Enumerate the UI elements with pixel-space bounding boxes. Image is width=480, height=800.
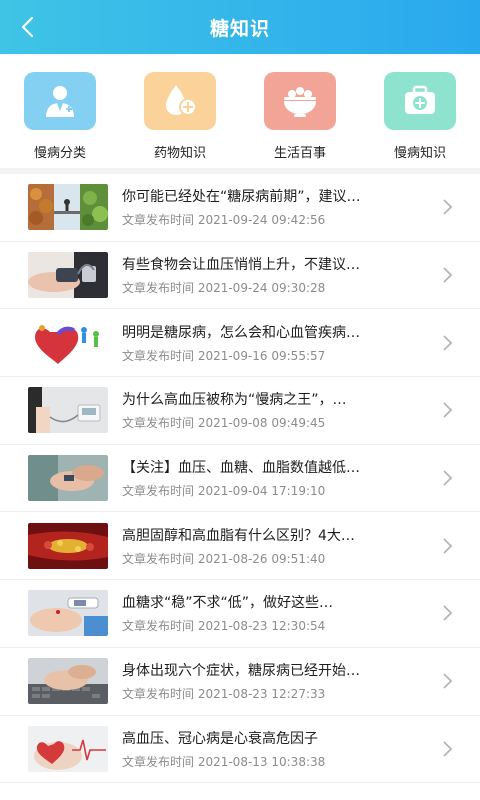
article-time: 文章发布时间 2021-08-23 12:30:54: [122, 619, 326, 634]
category-label: 慢病分类: [33, 146, 86, 161]
article-row[interactable]: 为什么高血压被称为“慢病之王”，… 文章发布时间 2021-09-08 09:4…: [0, 377, 480, 445]
article-title: 有些食物会让血压悄悄上升，不建议…: [122, 257, 360, 274]
article-row[interactable]: 你可能已经处在“糖尿病前期”，建议… 文章发布时间 2021-09-24 09:…: [0, 174, 480, 242]
chevron-right-icon: [443, 199, 453, 215]
food-bowl-icon: [264, 72, 336, 130]
article-row[interactable]: 高胆固醇和高血脂有什么区别？4大… 文章发布时间 2021-08-26 09:5…: [0, 512, 480, 581]
article-time: 文章发布时间 2021-08-23 12:27:33: [122, 687, 326, 702]
article-row[interactable]: 血糖求“稳”不求“低”，做好这些… 文章发布时间 2021-08-23 12:3…: [0, 580, 480, 648]
article-time: 文章发布时间 2021-08-26 09:51:40: [122, 551, 326, 566]
article-title: 为什么高血压被称为“慢病之王”，…: [122, 392, 347, 409]
category-daily-life[interactable]: 生活百事: [245, 72, 355, 168]
article-title: 你可能已经处在“糖尿病前期”，建议…: [122, 189, 361, 206]
category-bar: 慢病分类 药物知识 生活百事 慢病知识: [0, 54, 480, 174]
article-row[interactable]: 高血压、冠心病是心衰高危因子 文章发布时间 2021-08-13 10:38:3…: [0, 716, 480, 784]
article-title: 身体出现六个症状，糖尿病已经开始…: [122, 663, 360, 680]
article-time: 文章发布时间 2021-09-08 09:49:45: [122, 416, 326, 431]
article-time: 文章发布时间 2021-09-04 17:19:10: [122, 484, 326, 499]
medical-kit-icon: [384, 72, 456, 130]
article-thumbnail: [28, 319, 108, 366]
chevron-right-icon: [443, 538, 453, 554]
chevron-right-icon: [443, 741, 453, 757]
article-thumbnail: [28, 387, 108, 434]
article-thumbnail: [28, 658, 108, 705]
back-chevron-icon: [21, 16, 34, 38]
article-title: 【关注】血压、血糖、血脂数值越低…: [122, 460, 360, 477]
article-thumbnail: [28, 522, 108, 569]
category-chronic-knowledge[interactable]: 慢病知识: [365, 72, 475, 168]
medicine-drop-icon: [144, 72, 216, 130]
category-label: 药物知识: [153, 146, 206, 161]
category-chronic-disease-types[interactable]: 慢病分类: [5, 72, 115, 168]
article-time: 文章发布时间 2021-08-13 10:38:38: [122, 754, 326, 769]
article-row[interactable]: 身体出现六个症状，糖尿病已经开始… 文章发布时间 2021-08-23 12:2…: [0, 648, 480, 716]
article-time: 文章发布时间 2021-09-16 09:55:57: [122, 348, 326, 363]
category-drug-knowledge[interactable]: 药物知识: [125, 72, 235, 168]
article-row[interactable]: 明明是糖尿病，怎么会和心血管疾病… 文章发布时间 2021-09-16 09:5…: [0, 309, 480, 378]
article-title: 高胆固醇和高血脂有什么区别？4大…: [122, 527, 355, 544]
category-label: 慢病知识: [393, 146, 446, 161]
article-title: 明明是糖尿病，怎么会和心血管疾病…: [122, 324, 360, 341]
chevron-right-icon: [443, 673, 453, 689]
chevron-right-icon: [443, 402, 453, 419]
article-row[interactable]: 【关注】血压、血糖、血脂数值越低… 文章发布时间 2021-09-04 17:1…: [0, 445, 480, 513]
article-thumbnail: [28, 252, 108, 299]
chevron-right-icon: [443, 605, 453, 622]
back-button[interactable]: [10, 9, 46, 45]
article-title: 血糖求“稳”不求“低”，做好这些…: [122, 595, 334, 612]
chevron-right-icon: [443, 335, 453, 351]
article-thumbnail: [28, 184, 108, 231]
article-time: 文章发布时间 2021-09-24 09:42:56: [122, 213, 326, 228]
chevron-right-icon: [443, 470, 453, 486]
article-thumbnail: [28, 590, 108, 637]
app-header: 糖知识: [0, 0, 480, 54]
chevron-right-icon: [443, 267, 453, 283]
article-title: 高血压、冠心病是心衰高危因子: [122, 730, 318, 747]
article-row[interactable]: 有些食物会让血压悄悄上升，不建议… 文章发布时间 2021-09-24 09:3…: [0, 242, 480, 310]
article-time: 文章发布时间 2021-09-24 09:30:28: [122, 281, 326, 296]
article-list: 你可能已经处在“糖尿病前期”，建议… 文章发布时间 2021-09-24 09:…: [0, 174, 480, 784]
page-title: 糖知识: [209, 17, 270, 40]
article-thumbnail: [28, 725, 108, 772]
article-thumbnail: [28, 455, 108, 502]
doctor-icon: [24, 72, 96, 130]
category-label: 生活百事: [273, 146, 326, 161]
